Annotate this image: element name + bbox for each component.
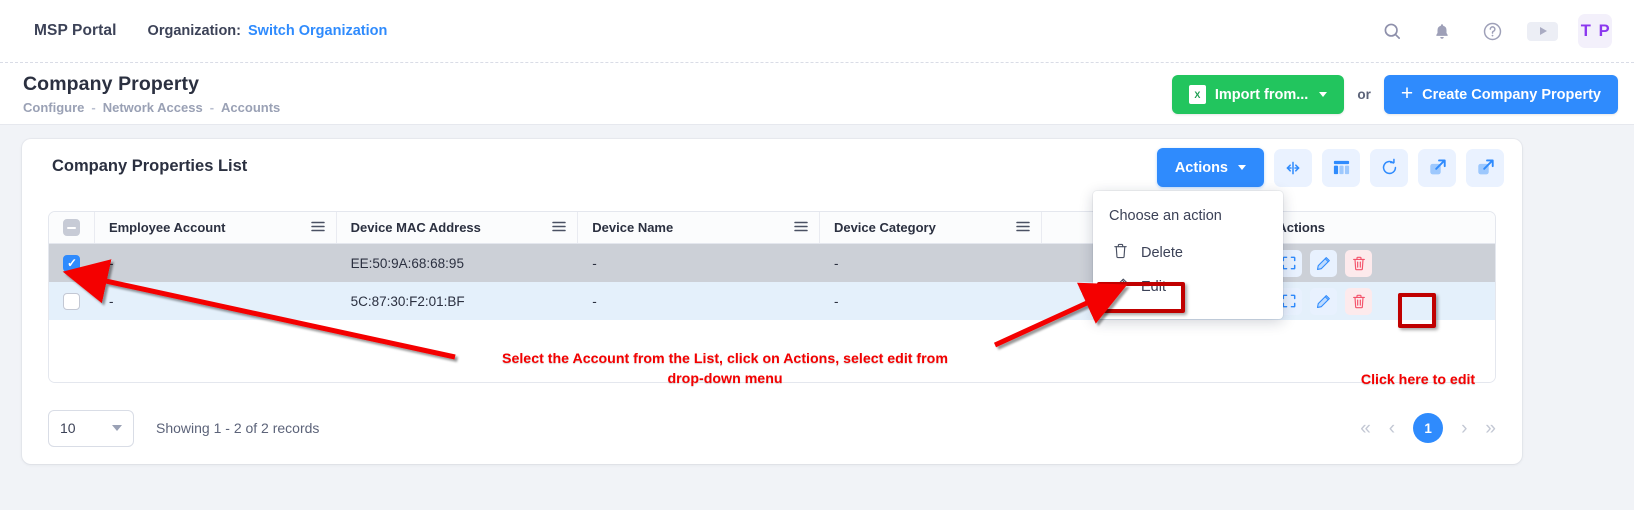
dropdown-item-delete[interactable]: Delete: [1093, 236, 1283, 270]
chevron-down-icon: [112, 425, 122, 431]
fit-columns-icon[interactable]: [1274, 149, 1312, 187]
column-menu-icon[interactable]: [552, 220, 566, 235]
annotation-box-row-edit-icon: [1398, 293, 1436, 328]
breadcrumb-separator: -: [210, 100, 214, 115]
dropdown-title: Choose an action: [1093, 191, 1283, 224]
export-icon[interactable]: [1466, 149, 1504, 187]
organization-label: Organization:: [148, 23, 241, 39]
bell-icon[interactable]: [1427, 16, 1457, 46]
pagination-last[interactable]: »: [1485, 419, 1496, 438]
create-company-property-label: Create Company Property: [1422, 87, 1601, 103]
cell-employee-account: -: [95, 244, 337, 282]
cell-employee-account: -: [95, 282, 337, 320]
card-title: Company Properties List: [52, 157, 247, 176]
brand-label: MSP Portal: [34, 22, 117, 40]
chevron-down-icon: [1319, 92, 1327, 97]
import-from-button[interactable]: X Import from...: [1172, 75, 1344, 114]
column-label: Employee Account: [109, 220, 226, 235]
delete-trash-icon[interactable]: [1345, 250, 1372, 277]
column-header-actions: Actions: [1263, 212, 1495, 243]
card-toolbar: Actions: [1157, 148, 1504, 187]
delete-trash-icon[interactable]: [1345, 288, 1372, 315]
trash-icon: [1113, 243, 1128, 263]
row-select-cell: [49, 282, 95, 320]
records-summary: Showing 1 - 2 of 2 records: [156, 420, 319, 436]
cell-device-mac-address: EE:50:9A:68:68:95: [337, 244, 579, 282]
breadcrumb-separator: -: [91, 100, 95, 115]
excel-file-icon: X: [1189, 85, 1206, 104]
breadcrumb: Configure - Network Access - Accounts: [23, 100, 280, 115]
pagination-page-1[interactable]: 1: [1413, 413, 1443, 443]
cell-device-category: -: [820, 244, 1042, 282]
pagination-prev[interactable]: ‹: [1389, 419, 1395, 438]
app-root: MSP Portal Organization: Switch Organiza…: [0, 0, 1634, 510]
help-circle-icon[interactable]: [1477, 16, 1507, 46]
row-checkbox[interactable]: ✓: [63, 255, 80, 272]
column-label: Device MAC Address: [351, 220, 481, 235]
select-all-checkbox[interactable]: [63, 219, 80, 236]
column-header-device-category[interactable]: Device Category: [820, 212, 1042, 243]
dropdown-item-label: Delete: [1141, 245, 1183, 261]
column-menu-icon[interactable]: [794, 220, 808, 235]
breadcrumb-item-configure[interactable]: Configure: [23, 100, 84, 115]
company-properties-card: Company Properties List Actions: [22, 139, 1522, 464]
table-empty-space: [49, 320, 1495, 382]
switch-organization-link[interactable]: Switch Organization: [248, 23, 387, 39]
column-header-device-mac-address[interactable]: Device MAC Address: [337, 212, 579, 243]
pagination: « ‹ 1 › »: [1360, 413, 1496, 443]
actions-button-label: Actions: [1175, 160, 1228, 176]
annotation-box-dropdown-edit: [1097, 282, 1185, 313]
organization-switcher: Organization: Switch Organization: [148, 23, 388, 39]
page-size-select[interactable]: 10: [48, 410, 134, 447]
play-icon[interactable]: [1527, 22, 1558, 41]
page-header: Company Property Configure - Network Acc…: [0, 62, 1634, 125]
page-size-value: 10: [60, 420, 76, 436]
create-company-property-button[interactable]: + Create Company Property: [1384, 75, 1618, 114]
edit-pencil-icon[interactable]: [1310, 288, 1337, 315]
card-header: Company Properties List Actions: [22, 139, 1522, 197]
cell-device-name: -: [578, 282, 820, 320]
column-label: Device Category: [834, 220, 936, 235]
top-bar: MSP Portal Organization: Switch Organiza…: [0, 0, 1634, 62]
pagination-next[interactable]: ›: [1461, 419, 1467, 438]
cell-device-category: -: [820, 282, 1042, 320]
breadcrumb-item-network-access[interactable]: Network Access: [103, 100, 203, 115]
or-text: or: [1357, 87, 1371, 102]
column-menu-icon[interactable]: [311, 220, 325, 235]
table-footer: 10 Showing 1 - 2 of 2 records « ‹ 1 › »: [48, 406, 1496, 450]
chevron-down-icon: [1238, 165, 1246, 170]
search-icon[interactable]: [1377, 16, 1407, 46]
breadcrumb-item-accounts[interactable]: Accounts: [221, 100, 280, 115]
cell-device-mac-address: 5C:87:30:F2:01:BF: [337, 282, 579, 320]
columns-icon[interactable]: [1322, 149, 1360, 187]
expand-icon[interactable]: [1418, 149, 1456, 187]
column-label: Actions: [1277, 220, 1325, 235]
refresh-icon[interactable]: [1370, 149, 1408, 187]
cell-device-name: -: [578, 244, 820, 282]
pagination-first[interactable]: «: [1360, 419, 1371, 438]
column-header-employee-account[interactable]: Employee Account: [95, 212, 337, 243]
select-all-header-cell: [49, 212, 95, 243]
column-header-device-name[interactable]: Device Name: [578, 212, 820, 243]
top-bar-icons: T P: [1377, 14, 1612, 48]
cell-actions: [1263, 244, 1495, 282]
avatar[interactable]: T P: [1578, 14, 1612, 48]
actions-dropdown-button[interactable]: Actions: [1157, 148, 1264, 187]
import-from-label: Import from...: [1215, 87, 1308, 103]
row-checkbox[interactable]: [63, 293, 80, 310]
cell-actions: [1263, 282, 1495, 320]
row-select-cell: ✓: [49, 244, 95, 282]
column-label: Device Name: [592, 220, 673, 235]
page-header-actions: X Import from... or + Create Company Pro…: [1172, 75, 1618, 114]
edit-pencil-icon[interactable]: [1310, 250, 1337, 277]
column-menu-icon[interactable]: [1016, 220, 1030, 235]
page-title: Company Property: [23, 73, 199, 96]
plus-icon: +: [1401, 83, 1413, 104]
